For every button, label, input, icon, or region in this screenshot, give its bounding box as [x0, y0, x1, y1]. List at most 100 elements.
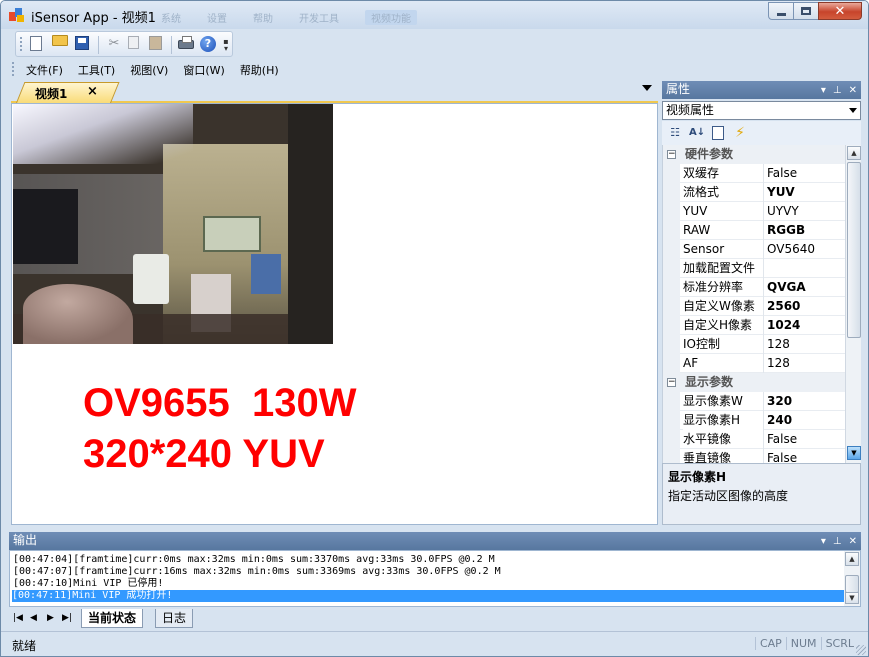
property-row-display-height[interactable]: 显示像素H 240 [663, 411, 845, 430]
property-value[interactable]: False [767, 449, 797, 463]
status-bar: 就绪 CAP NUM SCRL [1, 631, 868, 656]
property-value[interactable]: 128 [767, 335, 790, 354]
property-row-load-config[interactable]: 加载配置文件 [663, 259, 845, 278]
property-row-custom-width[interactable]: 自定义W像素 2560 [663, 297, 845, 316]
menu-window[interactable]: 窗口(W) [183, 62, 224, 78]
toolbar-separator [171, 36, 172, 54]
property-value[interactable]: UYVY [767, 202, 799, 221]
object-selector-dropdown[interactable]: 视频属性 [662, 101, 861, 120]
property-row-custom-height[interactable]: 自定义H像素 1024 [663, 316, 845, 335]
tab-log[interactable]: 日志 [155, 609, 194, 628]
log-line[interactable]: [00:47:10]Mini VIP 已停用! [13, 578, 163, 590]
save-icon[interactable] [75, 36, 89, 50]
categorized-icon[interactable]: ☷ [667, 125, 683, 141]
last-tab-icon[interactable]: ▶| [62, 613, 72, 623]
scroll-down-icon[interactable]: ▼ [845, 592, 859, 604]
property-description-pane: 显示像素H 指定活动区图像的高度 [662, 463, 861, 525]
next-tab-icon[interactable]: ▶ [47, 613, 54, 623]
property-name: 垂直镜像 [683, 449, 764, 463]
menu-tools[interactable]: 工具(T) [78, 62, 115, 78]
property-value[interactable]: YUV [767, 183, 795, 202]
menu-file[interactable]: 文件(F) [26, 62, 63, 78]
property-value[interactable]: 2560 [767, 297, 800, 316]
scrollbar-thumb[interactable] [847, 162, 861, 338]
tab-current-status[interactable]: 当前状态 [81, 609, 144, 628]
app-icon[interactable] [9, 7, 25, 23]
property-row-io-control[interactable]: IO控制 128 [663, 335, 845, 354]
property-value[interactable]: OV5640 [767, 240, 815, 259]
document-list-dropdown-icon[interactable] [642, 85, 652, 91]
copy-icon[interactable] [128, 36, 139, 49]
property-value[interactable]: RGGB [767, 221, 805, 240]
prev-tab-icon[interactable]: ◀ [30, 613, 37, 623]
property-row-yuv[interactable]: YUV UYVY [663, 202, 845, 221]
scroll-up-icon[interactable]: ▲ [845, 552, 859, 566]
output-scrollbar[interactable]: ▲ ▼ [844, 551, 860, 606]
menu-view[interactable]: 视图(V) [130, 62, 168, 78]
toolbar-grip[interactable] [20, 37, 22, 51]
scrollbar-thumb[interactable] [845, 575, 859, 593]
log-line[interactable]: [00:47:07][framtime]curr:16ms max:32ms m… [13, 566, 501, 578]
help-icon[interactable]: ? [200, 36, 216, 52]
property-row-stream-format[interactable]: 流格式 YUV [663, 183, 845, 202]
properties-panel-header[interactable]: 属性 ▾ ⊥ ✕ [662, 81, 861, 99]
category-hardware[interactable]: − 硬件参数 [663, 145, 845, 164]
property-row-h-mirror[interactable]: 水平镜像 False [663, 430, 845, 449]
property-row-sensor[interactable]: Sensor OV5640 [663, 240, 845, 259]
new-file-icon[interactable] [30, 36, 42, 51]
document-tab-strip [11, 81, 658, 103]
property-row-std-resolution[interactable]: 标准分辨率 QVGA [663, 278, 845, 297]
tab-video1-label[interactable]: 视频1 [35, 85, 67, 102]
close-button[interactable]: ✕ [818, 2, 862, 20]
property-pages-icon[interactable] [712, 126, 724, 140]
panel-close-icon[interactable]: ✕ [849, 82, 857, 99]
property-row-double-buffer[interactable]: 双缓存 False [663, 164, 845, 183]
toolbar-separator [98, 36, 99, 54]
tab-video1[interactable] [16, 82, 120, 103]
property-value[interactable]: False [767, 164, 797, 183]
property-toolbar: ☷ A↓ ⚡ [662, 121, 861, 145]
menu-help[interactable]: 帮助(H) [240, 62, 279, 78]
property-row-v-mirror[interactable]: 垂直镜像 False [663, 449, 845, 463]
property-value[interactable]: 320 [767, 392, 792, 411]
window-controls: ✕ [768, 2, 862, 20]
maximize-button[interactable] [793, 2, 819, 20]
log-line[interactable]: [00:47:04][framtime]curr:0ms max:32ms mi… [13, 554, 495, 566]
collapse-icon[interactable]: − [667, 150, 676, 159]
collapse-icon[interactable]: − [667, 378, 676, 387]
print-icon[interactable] [178, 36, 194, 49]
log-line-selected[interactable]: [00:47:11]Mini VIP 成功打开! [12, 590, 844, 602]
property-value[interactable]: 240 [767, 411, 792, 430]
first-tab-icon[interactable]: |◀ [13, 613, 23, 623]
panel-close-icon[interactable]: ✕ [849, 533, 857, 550]
panel-menu-icon[interactable]: ▾ [821, 82, 826, 99]
open-folder-icon[interactable] [52, 35, 68, 46]
alphabetical-sort-icon[interactable]: A↓ [689, 125, 705, 141]
scroll-down-icon[interactable]: ▼ [847, 446, 861, 460]
events-lightning-icon[interactable]: ⚡ [732, 125, 748, 141]
minimize-button[interactable] [768, 2, 794, 20]
pin-icon[interactable]: ⊥ [833, 82, 842, 99]
property-value[interactable]: 1024 [767, 316, 800, 335]
title-bar[interactable]: iSensor App - 视频1 系统 设置 帮助 开发工具 视频功能 ✕ [1, 1, 868, 29]
property-grid-scrollbar[interactable]: ▲ ▼ [845, 145, 861, 463]
toolbar-overflow-icon[interactable]: ▪ ▾ [222, 38, 230, 53]
scroll-up-icon[interactable]: ▲ [847, 146, 861, 160]
property-row-af[interactable]: AF 128 [663, 354, 845, 373]
property-value[interactable]: 128 [767, 354, 790, 373]
property-value[interactable]: False [767, 430, 797, 449]
property-row-raw[interactable]: RAW RGGB [663, 221, 845, 240]
resize-grip-icon[interactable] [856, 645, 866, 655]
tab-close-icon[interactable]: × [87, 84, 98, 99]
property-name: 加载配置文件 [683, 259, 764, 278]
paste-icon[interactable] [149, 36, 162, 50]
property-row-display-width[interactable]: 显示像素W 320 [663, 392, 845, 411]
cut-icon[interactable]: ✂ [106, 36, 122, 52]
category-display[interactable]: − 显示参数 [663, 373, 845, 392]
menubar-grip[interactable] [12, 62, 14, 76]
output-panel-header[interactable]: 输出 ▾ ⊥ ✕ [9, 532, 861, 550]
output-log[interactable]: [00:47:04][framtime]curr:0ms max:32ms mi… [9, 550, 861, 607]
property-value[interactable]: QVGA [767, 278, 806, 297]
pin-icon[interactable]: ⊥ [833, 533, 842, 550]
panel-menu-icon[interactable]: ▾ [821, 533, 826, 550]
